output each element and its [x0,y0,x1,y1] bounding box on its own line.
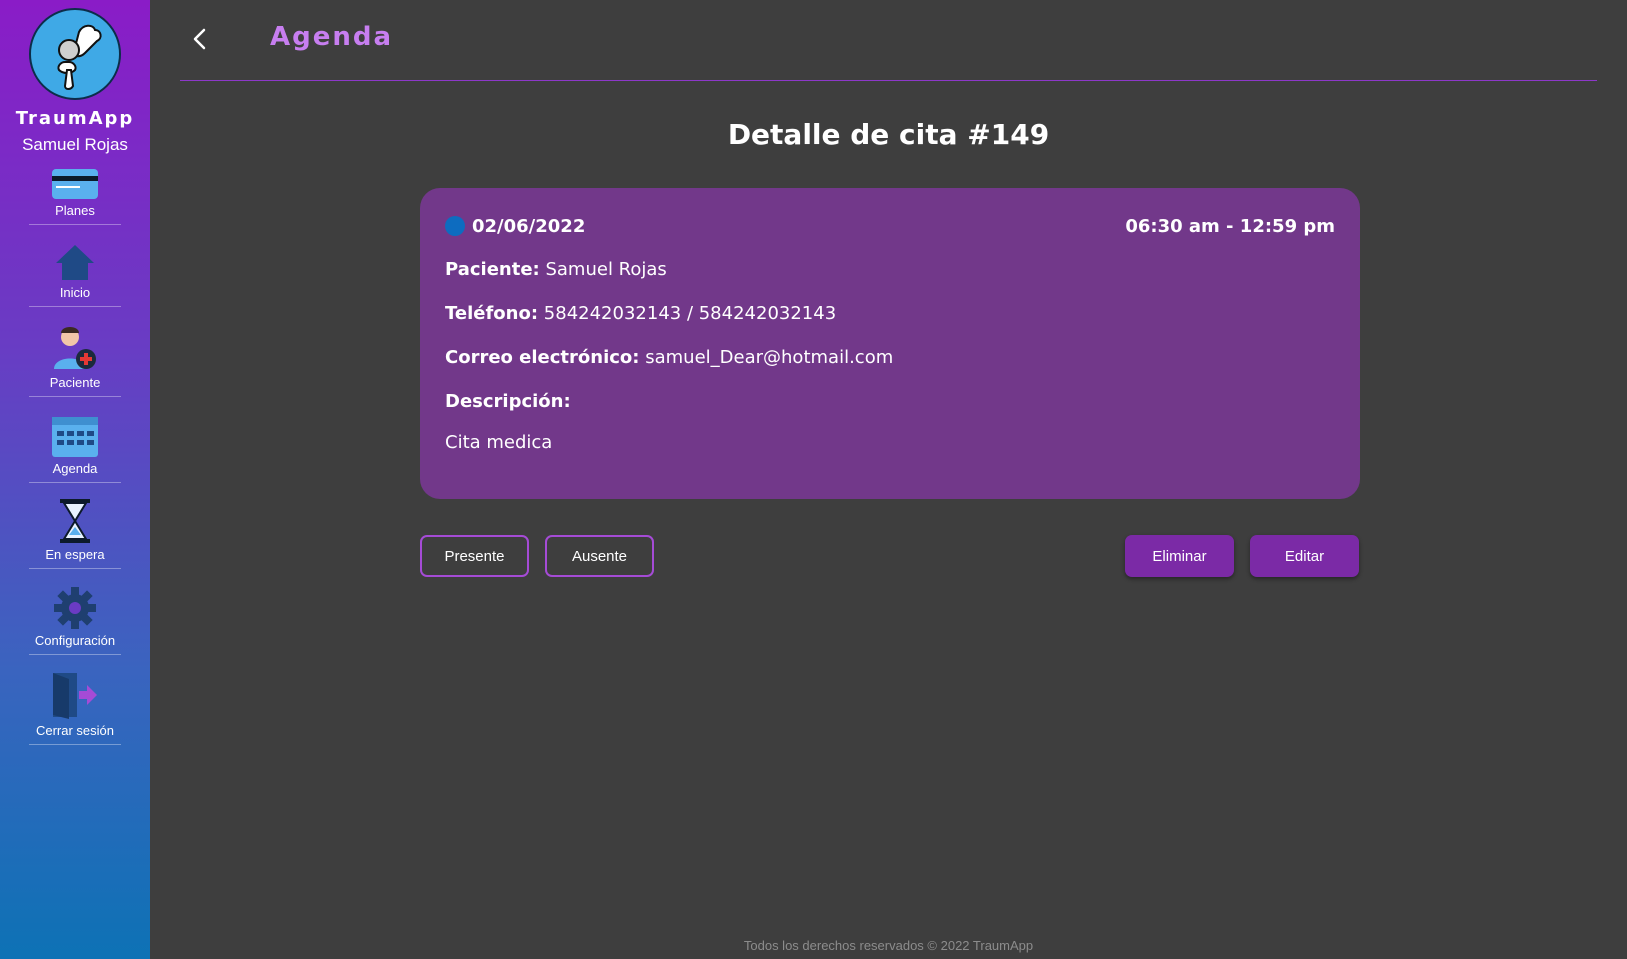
patient-row: Paciente: Samuel Rojas [445,256,1335,284]
patient-label: Paciente: [445,259,540,280]
gear-icon [54,587,96,629]
hourglass-icon [60,499,90,543]
description-row: Descripción: [445,388,1335,416]
sidebar-item-planes[interactable]: Planes [29,169,121,225]
absent-button[interactable]: Ausente [545,535,654,577]
sidebar-item-label: Agenda [52,461,98,476]
sidebar: TraumApp Samuel Rojas Planes Inicio Paci… [0,0,150,959]
sidebar-item-label: Cerrar sesión [35,723,115,738]
sidebar-item-label: Inicio [59,285,91,300]
phone-row: Teléfono: 584242032143 / 584242032143 [445,300,1335,328]
header-bar: Agenda [180,0,1597,81]
email-value: samuel_Dear@hotmail.com [645,347,894,368]
present-button[interactable]: Presente [420,535,529,577]
appointment-date: 02/06/2022 [472,215,586,237]
sidebar-item-label: En espera [45,547,105,562]
sidebar-item-paciente[interactable]: Paciente [29,325,121,397]
date-wrap: 02/06/2022 [445,216,585,237]
sidebar-item-inicio[interactable]: Inicio [29,243,121,307]
header-title: Agenda [270,22,394,52]
calendar-icon [52,417,98,457]
footer-text: Todos los derechos reservados © 2022 Tra… [743,938,1034,953]
sidebar-item-agenda[interactable]: Agenda [29,415,121,483]
description-label: Descripción: [445,391,571,412]
user-name: Samuel Rojas [22,135,128,154]
status-dot-icon [445,216,465,236]
sidebar-item-en-espera[interactable]: En espera [29,499,121,569]
main-content: Agenda Detalle de cita #149 02/06/2022 0… [150,0,1627,959]
sidebar-item-configuracion[interactable]: Configuración [29,587,121,655]
email-row: Correo electrónico: samuel_Dear@hotmail.… [445,344,1335,372]
back-arrow-icon[interactable] [188,26,212,52]
app-logo [29,8,121,100]
email-label: Correo electrónico: [445,347,640,368]
page-title: Detalle de cita #149 [727,118,1050,151]
brand-name: TraumApp [15,108,135,129]
add-patient-icon [54,327,96,369]
appointment-time: 06:30 am - 12:59 pm [1125,215,1335,237]
logout-icon [53,673,97,719]
sidebar-item-label: Paciente [49,375,101,390]
bone-logo-icon [57,24,102,90]
patient-value: Samuel Rojas [545,259,667,280]
sidebar-item-label: Planes [55,203,95,218]
edit-button[interactable]: Editar [1250,535,1359,577]
phone-label: Teléfono: [445,303,539,324]
sidebar-item-cerrar-sesion[interactable]: Cerrar sesión [29,671,121,745]
delete-button[interactable]: Eliminar [1125,535,1234,577]
description-value: Cita medica [445,432,553,453]
sidebar-item-label: Configuración [34,633,116,648]
card-header: 02/06/2022 06:30 am - 12:59 pm [445,212,1335,240]
home-icon [56,245,94,280]
credit-card-icon [52,169,98,199]
phone-value: 584242032143 / 584242032143 [543,303,837,324]
appointment-card: 02/06/2022 06:30 am - 12:59 pm Paciente:… [420,188,1360,499]
